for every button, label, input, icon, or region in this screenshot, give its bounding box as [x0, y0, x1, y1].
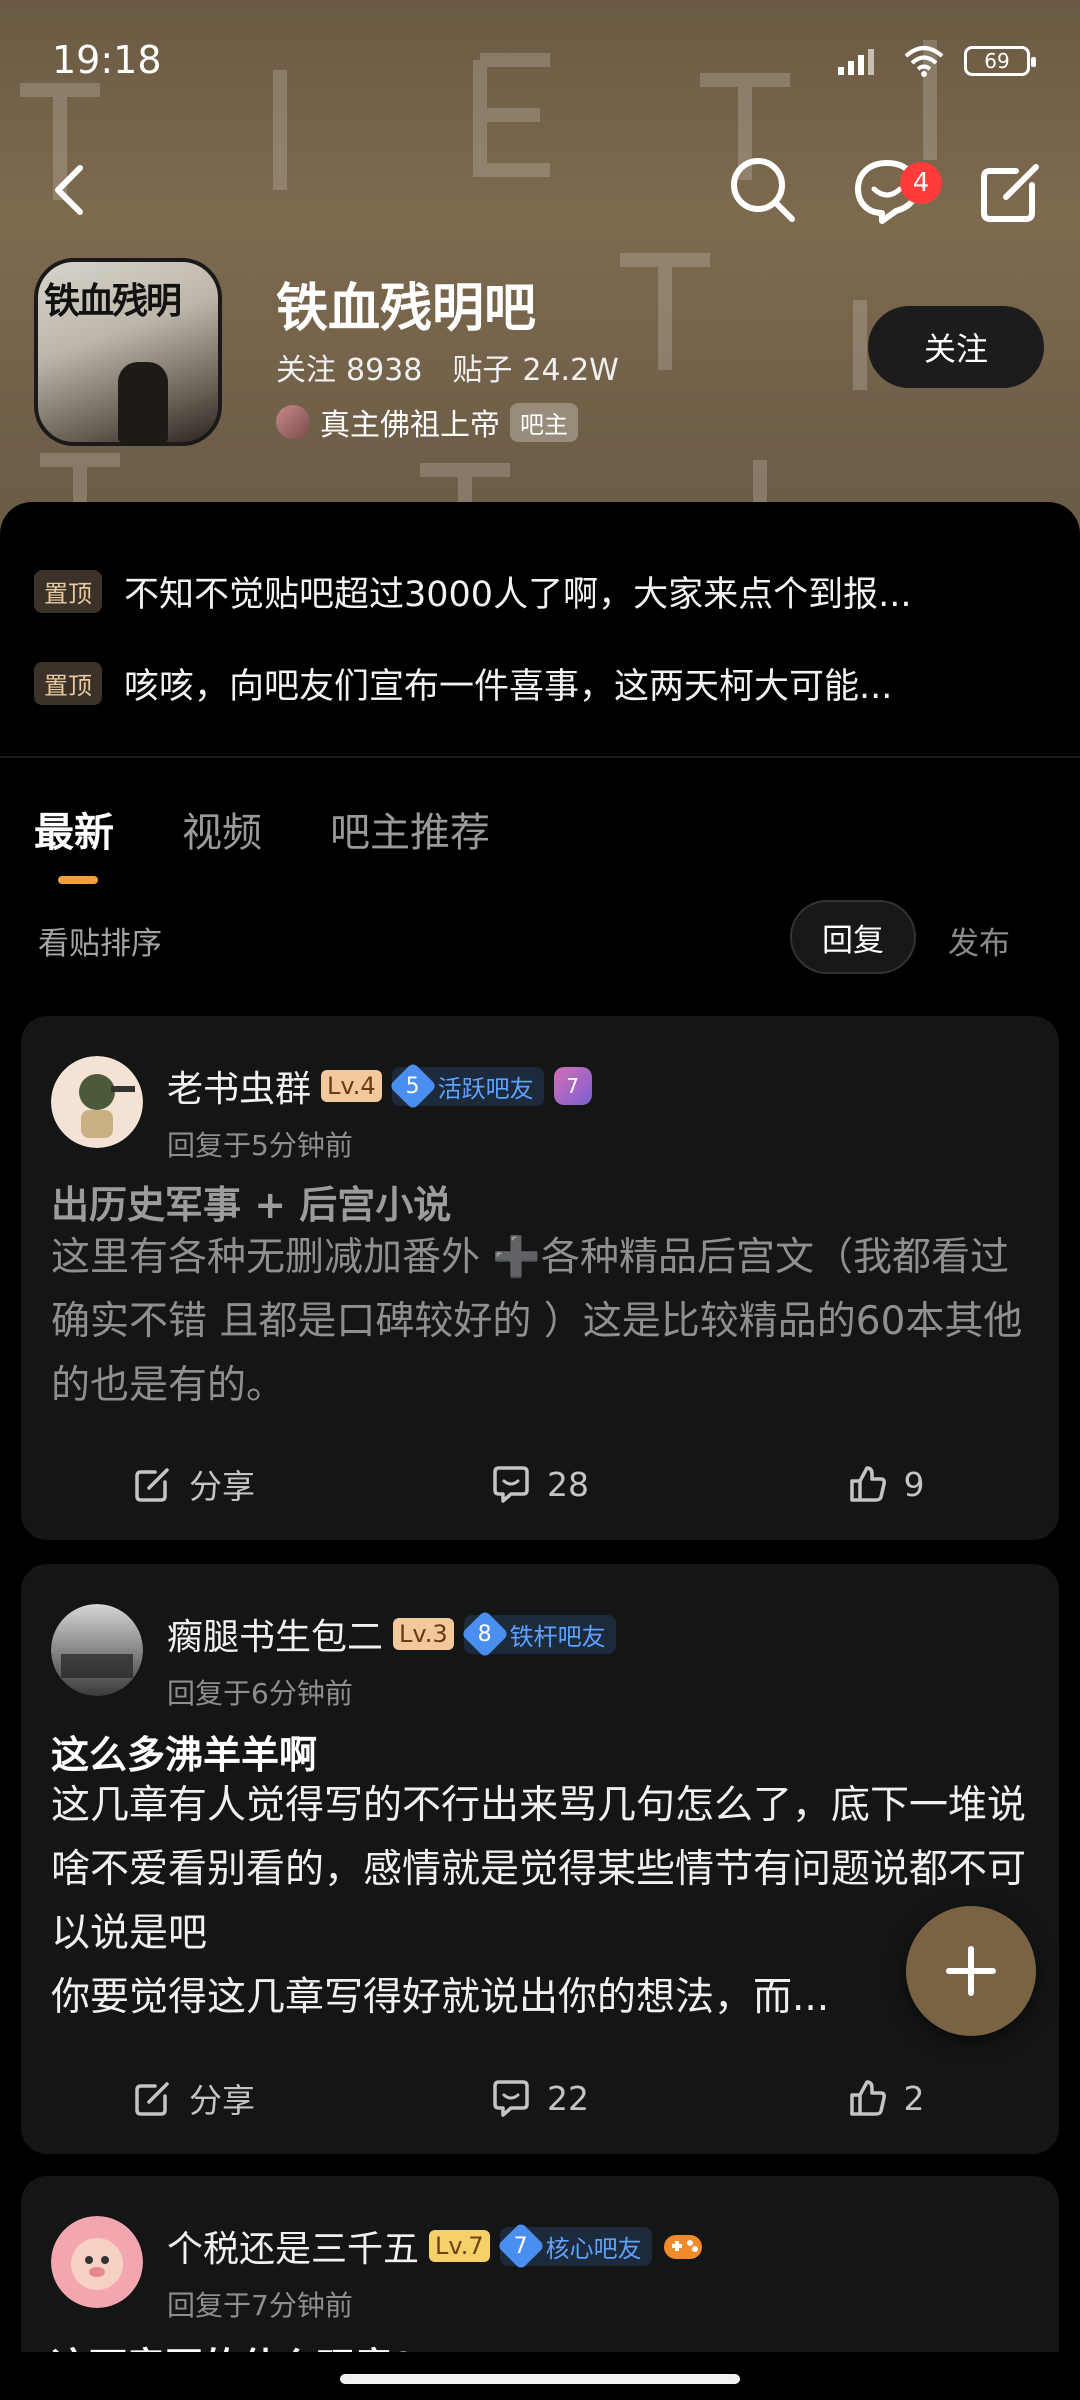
post-author-row: 个税还是三千五 Lv.7 7 核心吧友: [167, 2220, 704, 2272]
level-badge: Lv.4: [321, 1070, 382, 1102]
reply-time: 回复于5分钟前: [167, 1129, 353, 1162]
post-body: 这几章有人觉得写的不行出来骂几句怎么了，底下一堆说啥不爱看别看的，感情就是觉得某…: [51, 1783, 1027, 2020]
post-body: 这里有各种无删减加番外 ➕各种精品后宫文（我都看过确实不错 且都是口碑较好的 ）…: [51, 1235, 1023, 1408]
user-avatar[interactable]: [51, 2216, 143, 2308]
follow-stat-label: 关注: [276, 353, 336, 388]
back-arrow-icon[interactable]: [40, 160, 100, 220]
post-actions: 分享 22 2: [21, 2074, 1059, 2122]
status-time: 19:18: [52, 38, 162, 82]
owner-avatar: [276, 405, 310, 439]
level-badge: Lv.3: [393, 1618, 454, 1650]
owner-tag: 吧主: [510, 402, 578, 442]
status-bar: 19:18 69: [0, 0, 1080, 120]
level-badge: Lv.7: [429, 2230, 490, 2262]
forum-stats: 关注 8938 贴子 24.2W: [276, 345, 619, 389]
post-author-row: 瘸腿书生包二 Lv.3 8 铁杆吧友: [167, 1608, 616, 1660]
fan-title: 活跃吧友: [437, 1074, 534, 1103]
medal-icon: 7: [553, 1067, 592, 1105]
user-avatar[interactable]: [51, 1604, 143, 1696]
forum-avatar-text: 铁血残明: [44, 281, 182, 322]
post-stat-label: 贴子: [452, 353, 513, 388]
fan-title: 核心吧友: [545, 2234, 642, 2263]
divider: [0, 756, 1080, 758]
comment-button[interactable]: 28: [367, 1460, 713, 1508]
plus-icon: [946, 1946, 996, 1996]
fan-badge: 5 活跃吧友: [388, 1061, 544, 1111]
pinned-title: 不知不觉贴吧超过3000人了啊，大家来点个到报...: [124, 575, 912, 615]
sort-by-publish-button[interactable]: 发布: [948, 918, 1010, 963]
post-author[interactable]: 个税还是三千五: [167, 2220, 419, 2272]
pinned-tag: 置顶: [34, 662, 102, 705]
gamepad-icon: [663, 2235, 702, 2259]
owner-name: 真主佛祖上帝: [320, 408, 500, 443]
comment-count: 28: [547, 1464, 589, 1504]
edit-post-icon[interactable]: [976, 155, 1046, 225]
share-label: 分享: [189, 2081, 255, 2120]
pinned-post[interactable]: 置顶 不知不觉贴吧超过3000人了啊，大家来点个到报...: [34, 566, 1054, 617]
forum-name: 铁血残明吧: [276, 279, 537, 339]
comment-button[interactable]: 22: [367, 2074, 713, 2122]
fan-title: 铁杆吧友: [509, 1622, 606, 1651]
comment-icon: [493, 2080, 529, 2117]
tab-owner-picks[interactable]: 吧主推荐: [330, 800, 490, 858]
follow-button[interactable]: 关注: [868, 306, 1044, 388]
like-button[interactable]: 9: [713, 1460, 1059, 1508]
user-avatar[interactable]: [51, 1056, 143, 1148]
post-author-row: 老书虫群 Lv.4 5 活跃吧友 7: [167, 1060, 592, 1112]
follow-stat-value: 8938: [346, 353, 423, 388]
share-button[interactable]: 分享: [21, 2074, 367, 2122]
post-card[interactable]: 老书虫群 Lv.4 5 活跃吧友 7 回复于5分钟前 出历史军事 + 后宫小说 …: [21, 1016, 1059, 1540]
new-post-button[interactable]: [906, 1906, 1036, 2036]
pinned-title: 咳咳，向吧友们宣布一件喜事，这两天柯大可能...: [124, 667, 893, 707]
post-actions: 分享 28 9: [21, 1460, 1059, 1508]
tab-latest[interactable]: 最新: [34, 800, 114, 884]
post-stat-value: 24.2W: [522, 353, 619, 388]
message-badge: 4: [900, 162, 942, 204]
sort-by-reply-button[interactable]: 回复: [790, 900, 916, 974]
thumbs-up-icon: [849, 2080, 886, 2116]
reply-time: 回复于6分钟前: [167, 1677, 353, 1710]
post-title: 这么多沸羊羊啊: [51, 1733, 318, 1777]
search-icon[interactable]: [728, 155, 798, 225]
post-author[interactable]: 老书虫群: [167, 1060, 311, 1112]
forum-avatar-figure: [118, 362, 168, 442]
battery-indicator: 69: [964, 46, 1036, 76]
signal-icon: [838, 49, 874, 75]
wifi-icon: [904, 46, 944, 77]
comment-icon: [493, 1466, 529, 1503]
feed-tabs: 最新 视频 吧主推荐: [34, 800, 490, 884]
comment-count: 22: [547, 2078, 589, 2118]
forum-avatar[interactable]: 铁血残明: [34, 258, 222, 446]
tab-video[interactable]: 视频: [182, 800, 262, 858]
fan-level: 8: [477, 1621, 492, 1647]
thumbs-up-icon: [849, 1466, 886, 1502]
reply-time: 回复于7分钟前: [167, 2289, 353, 2322]
like-button[interactable]: 2: [713, 2074, 1059, 2122]
share-icon: [135, 1468, 169, 1502]
post-author[interactable]: 瘸腿书生包二: [167, 1608, 383, 1660]
post-card[interactable]: 瘸腿书生包二 Lv.3 8 铁杆吧友 回复于6分钟前 这么多沸羊羊啊 这几章有人…: [21, 1564, 1059, 2154]
forum-owner[interactable]: 真主佛祖上帝 吧主: [276, 400, 578, 444]
pinned-post[interactable]: 置顶 咳咳，向吧友们宣布一件喜事，这两天柯大可能...: [34, 658, 1054, 709]
fan-badge: 7 核心吧友: [496, 2221, 652, 2271]
like-count: 2: [903, 2078, 925, 2118]
share-icon: [135, 2082, 169, 2116]
pinned-tag: 置顶: [34, 570, 102, 613]
share-label: 分享: [189, 1467, 255, 1506]
sort-label: 看贴排序: [38, 926, 162, 962]
home-indicator[interactable]: [340, 2374, 740, 2384]
status-icons: 69: [836, 44, 1036, 78]
fan-level: 5: [405, 1073, 420, 1099]
forum-banner: 19:18 69 4 铁血残明 铁血残明吧 关注 8938 贴子 24.2W 真…: [0, 0, 1080, 540]
post-title: 出历史军事 + 后宫小说: [51, 1183, 452, 1227]
fan-badge: 8 铁杆吧友: [460, 1609, 616, 1659]
medal-number: 7: [566, 1074, 579, 1098]
share-button[interactable]: 分享: [21, 1460, 367, 1508]
like-count: 9: [903, 1464, 925, 1504]
fan-level: 7: [513, 2233, 528, 2259]
